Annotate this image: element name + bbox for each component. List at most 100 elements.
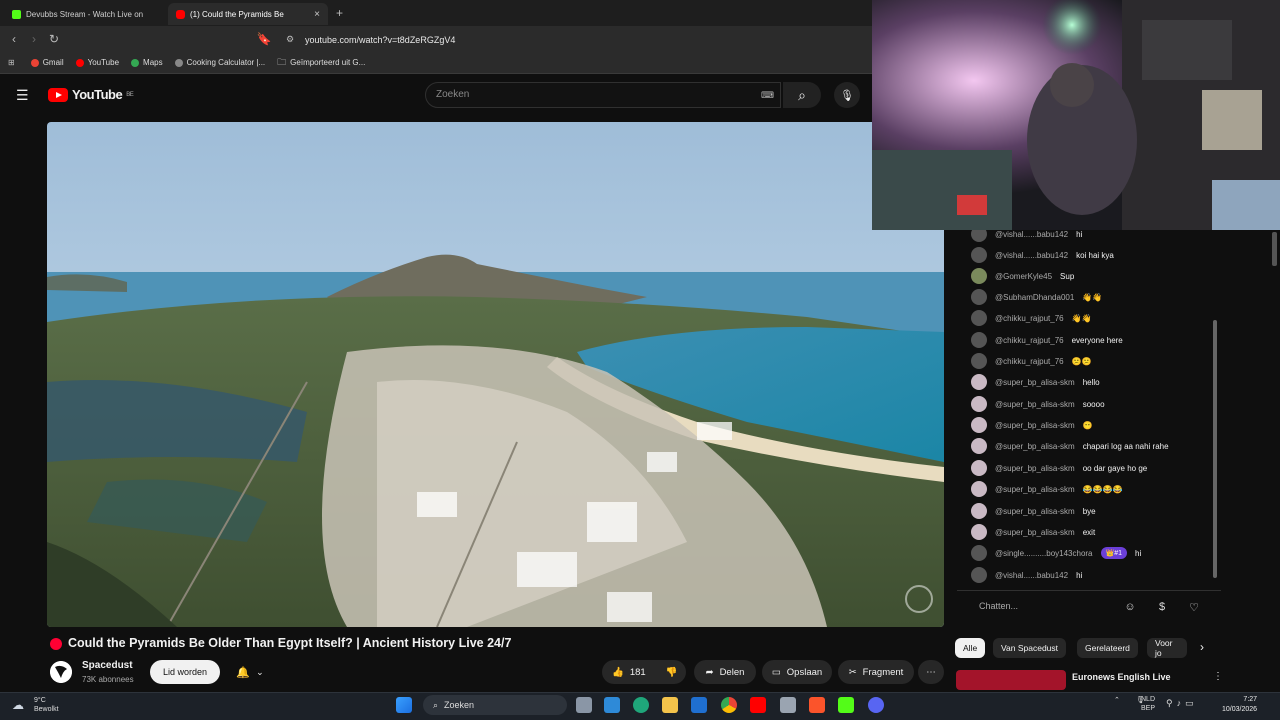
search-icon: ⌕ xyxy=(798,86,806,103)
tab-label: (1) Could the Pyramids Be xyxy=(190,9,284,19)
thumbs-down-icon: 👎 xyxy=(665,666,678,678)
video-title: Could the Pyramids Be Older Than Egypt I… xyxy=(68,636,512,650)
edge-icon[interactable] xyxy=(633,697,649,713)
youtube-app-icon[interactable] xyxy=(750,697,766,713)
bookmark-icon[interactable]: 🔖 xyxy=(254,32,274,46)
recommendation-thumbnail[interactable] xyxy=(956,670,1066,690)
live-indicator-icon xyxy=(50,638,62,650)
more-actions-button[interactable]: ⋯ xyxy=(918,660,944,684)
chat-message: @super_bp_alisa-skm 😂😂😂😂 xyxy=(971,481,1123,497)
share-icon: ➦ xyxy=(705,666,714,678)
chat-message: @chikku_rajput_76 😕😕 xyxy=(971,353,1092,369)
avatar xyxy=(971,524,987,540)
bookmark-cooking-calculator[interactable]: Cooking Calculator |... xyxy=(174,58,265,67)
avatar xyxy=(971,460,987,476)
weather-widget[interactable]: 9°C Bewolkt xyxy=(34,696,59,714)
avatar xyxy=(971,353,987,369)
chat-message: @super_bp_alisa-skm chapari log aa nahi r… xyxy=(971,438,1169,454)
file-explorer-icon[interactable] xyxy=(662,697,678,713)
chat-scrollbar[interactable] xyxy=(1213,320,1217,578)
chevron-up-icon: ⌃ xyxy=(1114,697,1120,704)
windows-start-icon[interactable] xyxy=(396,697,412,713)
subscriber-count: 73K abonnees xyxy=(82,675,134,684)
avatar xyxy=(971,289,987,305)
kick-icon[interactable] xyxy=(838,697,854,713)
chevron-down-icon: ⌄ xyxy=(256,666,264,677)
bookmark-gmail[interactable]: Gmail xyxy=(30,58,64,67)
cooking-icon xyxy=(174,58,183,67)
chat-message: @SubhamDhanda001 👋👋 xyxy=(971,289,1102,305)
chat-input[interactable]: Chatten... xyxy=(979,601,1018,611)
site-info-icon[interactable]: ⚙ xyxy=(280,34,300,45)
url-input[interactable]: youtube.com/watch?v=t8dZeRGZgV4 xyxy=(305,35,455,45)
search-input[interactable]: Zoeken xyxy=(425,82,781,108)
bookmark-folder-imported[interactable]: 🗀 Geïmporteerd uit G... xyxy=(277,55,365,71)
bookmark-maps[interactable]: Maps xyxy=(131,58,163,67)
chevron-right-icon[interactable]: › xyxy=(1200,640,1204,654)
channel-name[interactable]: Spacedust xyxy=(82,660,133,671)
reload-icon[interactable]: ↻ xyxy=(44,32,64,46)
store-icon[interactable] xyxy=(604,697,620,713)
menu-hamburger-icon[interactable]: ☰ xyxy=(16,87,29,104)
forward-icon[interactable]: › xyxy=(24,32,44,46)
apps-grid-icon[interactable]: ⊞ xyxy=(8,58,15,67)
chip-for-you[interactable]: Voor jo xyxy=(1147,638,1187,658)
super-chat-icon[interactable]: $ xyxy=(1153,598,1171,616)
chip-related[interactable]: Gerelateerd xyxy=(1077,638,1138,658)
channel-avatar[interactable] xyxy=(50,661,72,683)
keyboard-icon[interactable]: ⌨ xyxy=(761,90,774,101)
avatar xyxy=(971,230,987,242)
taskbar-search[interactable]: ⌕ Zoeken xyxy=(423,695,567,715)
save-button[interactable]: ▭ Opslaan xyxy=(762,660,832,684)
share-button[interactable]: ➦ Delen xyxy=(694,660,756,684)
clip-button[interactable]: ✂ Fragment xyxy=(838,660,914,684)
search-button[interactable]: ⌕ xyxy=(783,82,821,108)
chat-message: @vishal......babu142 hi xyxy=(971,230,1082,242)
live-chat-panel: @vishal......babu142 hi @vishal......babu… xyxy=(957,230,1221,586)
chat-message: @super_bp_alisa-skm hello xyxy=(971,374,1100,390)
outlook-icon[interactable] xyxy=(691,697,707,713)
back-icon[interactable]: ‹ xyxy=(4,32,24,46)
avatar xyxy=(971,374,987,390)
chat-message: @vishal......babu142 koi hai kya xyxy=(971,247,1114,263)
member-badge: 👑#1 xyxy=(1100,547,1128,559)
calculator-icon[interactable] xyxy=(780,697,796,713)
notifications-button[interactable]: 🔔 ⌄ xyxy=(228,660,272,684)
chrome-icon[interactable] xyxy=(721,697,737,713)
chip-all[interactable]: Alle xyxy=(955,638,986,658)
youtube-logo[interactable]: YouTube BE xyxy=(48,87,134,102)
like-button[interactable]: 👍 181 xyxy=(612,667,646,678)
discord-icon[interactable] xyxy=(868,697,884,713)
thumbs-up-icon: 👍 xyxy=(612,666,624,678)
more-vertical-icon[interactable]: ⋮ xyxy=(1213,671,1223,682)
close-tab-icon[interactable]: × xyxy=(314,9,320,20)
clock[interactable]: 7:27 10/03/2026 xyxy=(1222,695,1257,715)
chat-message: @chikku_rajput_76 👋👋 xyxy=(971,310,1092,326)
bookmark-youtube[interactable]: YouTube xyxy=(75,58,119,67)
cloud-icon: ☁ xyxy=(12,698,24,712)
emoji-icon[interactable]: ☺ xyxy=(1121,598,1139,616)
avatar xyxy=(971,438,987,454)
new-tab-icon[interactable]: + xyxy=(336,6,343,20)
language-indicator[interactable]: NLD BEP xyxy=(1141,695,1155,713)
chip-from-channel[interactable]: Van Spacedust xyxy=(993,638,1067,658)
voice-search-button[interactable]: 🎙 xyxy=(834,82,860,108)
dislike-button[interactable]: 👎 xyxy=(666,667,678,678)
recommendation-title[interactable]: Euronews English Live xyxy=(1072,672,1171,682)
avatar xyxy=(971,481,987,497)
network-volume-battery-icons[interactable]: ⚲♪▭ xyxy=(1166,698,1198,709)
task-view-icon[interactable] xyxy=(576,697,592,713)
page-scrollbar[interactable] xyxy=(1272,232,1277,266)
tab-devubbs-stream[interactable]: Devubbs Stream - Watch Live on xyxy=(4,3,166,25)
avatar xyxy=(971,503,987,519)
video-player[interactable] xyxy=(47,122,944,627)
join-button[interactable]: Lid worden xyxy=(150,660,220,684)
avatar xyxy=(971,268,987,284)
microphone-icon: 🎙 xyxy=(840,89,854,102)
save-icon: ▭ xyxy=(771,666,781,678)
brave-icon[interactable] xyxy=(809,697,825,713)
tab-pyramids-video[interactable]: (1) Could the Pyramids Be × xyxy=(168,3,328,25)
channel-watermark-icon[interactable] xyxy=(905,585,933,613)
chat-message: @single..........boy143chora 👑#1 hi xyxy=(971,545,1141,561)
heart-icon[interactable]: ♡ xyxy=(1185,598,1203,616)
